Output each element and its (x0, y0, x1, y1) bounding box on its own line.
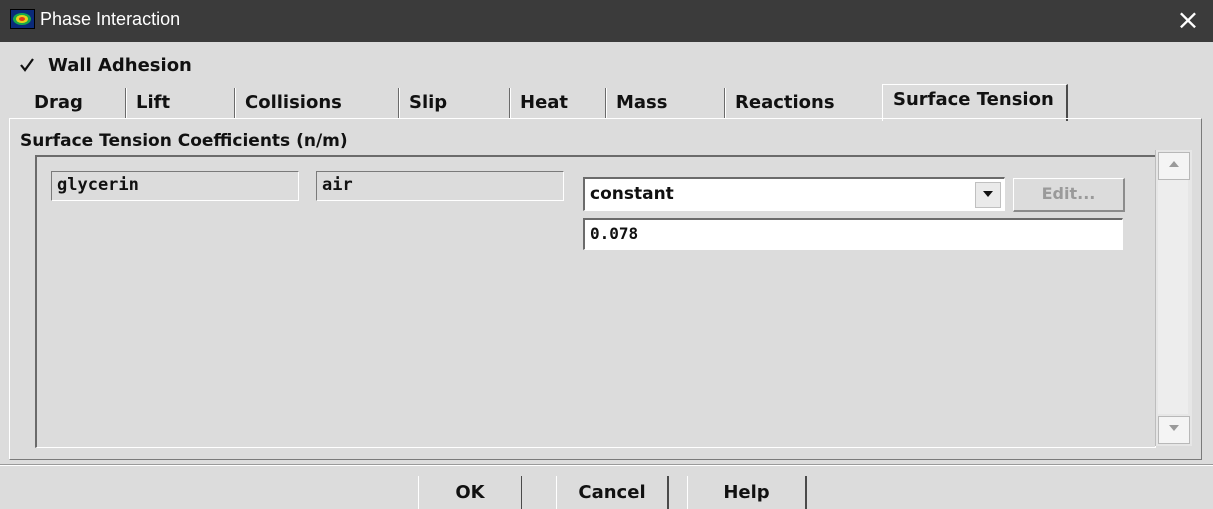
phase-2-field: air (316, 171, 564, 201)
method-dropdown[interactable]: constant (583, 177, 1005, 211)
footer-divider (0, 464, 1213, 466)
tab-surface-tension[interactable]: Surface Tension (882, 84, 1068, 121)
tab-mass[interactable]: Mass (605, 88, 668, 118)
dropdown-arrow-icon[interactable] (975, 182, 1001, 208)
close-icon[interactable]: × (1173, 3, 1203, 37)
scroll-up-button[interactable] (1158, 152, 1190, 180)
tab-heat[interactable]: Heat (509, 88, 568, 118)
title-bar: Phase Interaction × (0, 0, 1213, 42)
cancel-button[interactable]: Cancel (556, 476, 669, 509)
coefficient-value-input[interactable]: 0.078 (583, 218, 1123, 250)
chevron-down-icon (1169, 425, 1179, 431)
tab-collisions[interactable]: Collisions (234, 88, 342, 118)
wall-adhesion-row[interactable]: Wall Adhesion (20, 53, 192, 77)
method-selected-value: constant (590, 184, 674, 204)
vertical-scrollbar[interactable] (1155, 150, 1192, 446)
chevron-up-icon (1169, 161, 1179, 167)
group-title: Surface Tension Coefficients (n/m) (20, 131, 348, 151)
tab-lift[interactable]: Lift (125, 88, 170, 118)
tab-drag[interactable]: Drag (22, 88, 83, 118)
tab-slip[interactable]: Slip (398, 88, 447, 118)
scroll-track[interactable] (1158, 180, 1188, 414)
wall-adhesion-label: Wall Adhesion (48, 54, 192, 76)
fluent-app-icon (10, 9, 35, 29)
wall-adhesion-checkbox[interactable] (20, 58, 34, 72)
edit-button[interactable]: Edit... (1013, 178, 1125, 212)
scroll-down-button[interactable] (1158, 416, 1190, 444)
tab-bar: Drag Lift Collisions Slip Heat Mass Reac… (22, 84, 1152, 121)
help-button[interactable]: Help (687, 476, 807, 509)
ok-button[interactable]: OK (418, 476, 522, 509)
tab-reactions[interactable]: Reactions (724, 88, 835, 118)
phase-1-field: glycerin (51, 171, 299, 201)
window-title: Phase Interaction (40, 9, 181, 29)
